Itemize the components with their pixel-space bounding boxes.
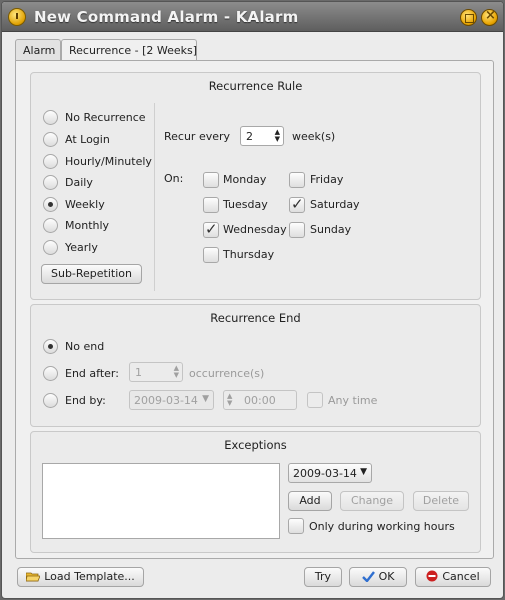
- checkbox-wednesday[interactable]: [203, 220, 219, 238]
- radio-label-hourly: Hourly/Minutely: [65, 155, 152, 168]
- radio-daily[interactable]: [43, 175, 58, 190]
- checkbox-label-sunday: Sunday: [310, 223, 352, 236]
- radio-label-no-end: No end: [65, 340, 105, 353]
- radio-weekly[interactable]: [43, 197, 58, 212]
- chevron-down-icon: ▼: [202, 394, 209, 404]
- end-time-value: 00:00: [244, 394, 276, 407]
- checkbox-thursday[interactable]: [203, 247, 219, 263]
- exception-date-value: 2009-03-14: [293, 467, 357, 480]
- add-exception-button[interactable]: Add: [288, 491, 332, 511]
- checkbox-label-working-hours: Only during working hours: [309, 520, 455, 533]
- window-title: New Command Alarm - KAlarm: [34, 8, 299, 26]
- app-alarm-icon[interactable]: [8, 8, 26, 26]
- radio-end-by[interactable]: [43, 393, 58, 408]
- maximize-icon[interactable]: [460, 9, 477, 26]
- exceptions-title: Exceptions: [224, 438, 287, 452]
- radio-label-end-after: End after:: [65, 367, 119, 380]
- spin-arrows-icon[interactable]: ▲ ▼: [227, 393, 232, 407]
- end-date-value: 2009-03-14: [134, 394, 198, 407]
- load-template-button[interactable]: Load Template...: [17, 567, 144, 587]
- radio-end-after[interactable]: [43, 366, 58, 381]
- ok-label: OK: [378, 570, 395, 583]
- radio-no-end[interactable]: [43, 339, 58, 354]
- check-icon: [361, 570, 375, 588]
- title-bar: New Command Alarm - KAlarm: [2, 2, 503, 32]
- radio-label-monthly: Monthly: [65, 219, 110, 232]
- recurrence-rule-group: Recurrence Rule No Recurrence At Login H…: [30, 72, 481, 300]
- checkbox-label-friday: Friday: [310, 173, 344, 186]
- close-icon[interactable]: [481, 8, 498, 26]
- end-after-spinbox[interactable]: 1 ▲ ▼: [129, 362, 183, 382]
- exceptions-group: Exceptions 2009-03-14 ▼ Add Change Delet…: [30, 431, 481, 553]
- folder-open-icon: [25, 570, 41, 588]
- checkbox-working-hours[interactable]: [288, 518, 304, 534]
- checkbox-sunday[interactable]: [289, 222, 305, 238]
- radio-no-recurrence[interactable]: [43, 110, 58, 125]
- tab-recurrence-label: Recurrence - [2 Weeks]: [69, 44, 198, 57]
- radio-label-at-login: At Login: [65, 133, 110, 146]
- sub-repetition-button[interactable]: Sub-Repetition: [41, 264, 142, 284]
- end-after-value: 1: [135, 366, 142, 379]
- radio-label-end-by: End by:: [65, 394, 106, 407]
- radio-at-login[interactable]: [43, 132, 58, 147]
- spin-arrows-icon[interactable]: ▲ ▼: [275, 129, 280, 143]
- radio-label-yearly: Yearly: [65, 241, 98, 254]
- radio-monthly[interactable]: [43, 218, 58, 233]
- checkbox-monday[interactable]: [203, 172, 219, 188]
- cancel-button[interactable]: Cancel: [415, 567, 491, 587]
- end-date-combo[interactable]: 2009-03-14 ▼: [129, 390, 214, 410]
- ok-button[interactable]: OK: [349, 567, 407, 587]
- checkbox-saturday[interactable]: [289, 195, 305, 213]
- change-exception-button[interactable]: Change: [340, 491, 404, 511]
- recur-unit-label: week(s): [292, 130, 336, 143]
- exceptions-list[interactable]: [42, 463, 280, 539]
- on-label: On:: [164, 172, 184, 185]
- radio-label-no-recurrence: No Recurrence: [65, 111, 146, 124]
- load-template-label: Load Template...: [44, 570, 135, 583]
- spin-arrows-icon[interactable]: ▲ ▼: [174, 365, 179, 379]
- end-time-spinbox[interactable]: ▲ ▼ 00:00: [223, 390, 297, 410]
- radio-hourly[interactable]: [43, 154, 58, 169]
- checkbox-any-time[interactable]: [307, 392, 323, 408]
- checkbox-friday[interactable]: [289, 172, 305, 188]
- recurrence-tab-panel: Recurrence Rule No Recurrence At Login H…: [15, 60, 494, 559]
- recurrence-end-group: Recurrence End No end End after: 1 ▲ ▼ oc…: [30, 304, 481, 427]
- checkbox-label-thursday: Thursday: [223, 248, 275, 261]
- tab-alarm[interactable]: Alarm: [15, 39, 61, 61]
- delete-exception-button[interactable]: Delete: [413, 491, 469, 511]
- checkbox-label-wednesday: Wednesday: [223, 223, 287, 236]
- tab-alarm-label: Alarm: [23, 44, 56, 57]
- exception-date-combo[interactable]: 2009-03-14 ▼: [288, 463, 372, 483]
- try-button[interactable]: Try: [304, 567, 342, 587]
- radio-label-weekly: Weekly: [65, 198, 105, 211]
- checkbox-label-monday: Monday: [223, 173, 267, 186]
- checkbox-label-tuesday: Tuesday: [223, 198, 268, 211]
- occurrences-label: occurrence(s): [189, 367, 265, 380]
- cancel-icon: [426, 570, 438, 588]
- radio-label-daily: Daily: [65, 176, 93, 189]
- recur-every-label: Recur every: [164, 130, 231, 143]
- recurrence-rule-title: Recurrence Rule: [208, 79, 303, 93]
- recur-every-spinbox[interactable]: 2 ▲ ▼: [240, 126, 284, 146]
- tab-recurrence[interactable]: Recurrence - [2 Weeks]: [61, 39, 197, 62]
- checkbox-label-saturday: Saturday: [310, 198, 360, 211]
- rule-separator: [154, 103, 155, 291]
- kalarm-dialog: New Command Alarm - KAlarm Alarm Recurre…: [1, 1, 504, 599]
- radio-yearly[interactable]: [43, 240, 58, 255]
- recurrence-end-title: Recurrence End: [210, 311, 301, 325]
- checkbox-label-any-time: Any time: [328, 394, 378, 407]
- recur-every-value: 2: [246, 130, 253, 143]
- checkbox-tuesday[interactable]: [203, 197, 219, 213]
- chevron-down-icon: ▼: [360, 467, 367, 477]
- cancel-label: Cancel: [442, 570, 480, 583]
